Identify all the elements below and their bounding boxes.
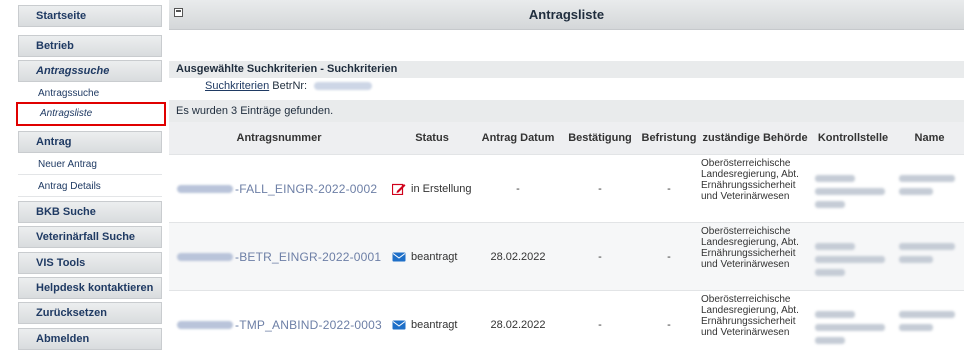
redacted-prefix	[177, 253, 233, 261]
name-cell	[899, 291, 961, 359]
table-row[interactable]: -BETR_EINGR-2022-0001 beantragt 28.02.20…	[169, 222, 964, 290]
status-cell: beantragt	[389, 223, 475, 291]
name-cell	[899, 223, 961, 291]
title-bar: Antragsliste	[169, 0, 964, 30]
nav-sub-antrag-details[interactable]: Antrag Details	[18, 176, 162, 197]
nav-antrag[interactable]: Antrag	[18, 131, 162, 153]
edit-icon	[392, 183, 406, 195]
status-text: beantragt	[411, 251, 458, 263]
befristung-cell: -	[667, 251, 671, 263]
nav-helpdesk[interactable]: Helpdesk kontaktieren	[18, 277, 162, 299]
nav-bkb-suche[interactable]: BKB Suche	[18, 201, 162, 223]
col-antrag-datum[interactable]: Antrag Datum	[475, 122, 561, 154]
befristung-cell: -	[667, 319, 671, 331]
datum-cell: 28.02.2022	[490, 251, 546, 263]
nav-antragssuche[interactable]: Antragssuche	[18, 60, 162, 82]
nav-betrieb[interactable]: Betrieb	[18, 35, 162, 57]
nav-abmelden[interactable]: Abmelden	[18, 328, 162, 350]
redacted-kontrollstelle	[815, 169, 887, 209]
table-row[interactable]: -FALL_EINGR-2022-0002 in Erstellung - - …	[169, 154, 964, 222]
redacted-name	[899, 237, 957, 277]
kontrollstelle-cell	[815, 223, 893, 291]
redacted-name	[899, 305, 957, 345]
envelope-icon	[392, 320, 406, 330]
suchkriterien-link[interactable]: Suchkriterien	[205, 80, 269, 92]
main-content: Antragsliste Ausgewählte Suchkriterien -…	[169, 0, 964, 360]
nav-startseite[interactable]: Startseite	[18, 5, 162, 27]
behoerde-cell: Oberösterreichische Landesregierung, Abt…	[701, 294, 799, 338]
col-bestaetigung[interactable]: Bestätigung	[561, 122, 639, 154]
behoerde-cell: Oberösterreichische Landesregierung, Abt…	[701, 226, 799, 270]
col-antragsnummer[interactable]: Antragsnummer	[169, 122, 389, 154]
redacted-betrnr	[314, 82, 373, 91]
datum-cell: -	[516, 183, 520, 195]
status-cell: beantragt	[389, 291, 475, 359]
result-count: Es wurden 3 Einträge gefunden.	[169, 100, 964, 122]
sidebar-nav: Startseite Betrieb Antragssuche Antragss…	[0, 0, 168, 360]
datum-cell: 28.02.2022	[490, 319, 546, 331]
table-row[interactable]: -TMP_ANBIND-2022-0003 beantragt 28.02.20…	[169, 290, 964, 358]
antragsnummer-link[interactable]: -TMP_ANBIND-2022-0003	[235, 318, 382, 332]
col-kontrollstelle[interactable]: Kontrollstelle	[811, 122, 895, 154]
col-befristung[interactable]: Befristung	[639, 122, 699, 154]
antragsnummer-link[interactable]: -BETR_EINGR-2022-0001	[235, 250, 381, 264]
antragsnummer-cell[interactable]: -BETR_EINGR-2022-0001	[177, 223, 389, 291]
col-behoerde[interactable]: zuständige Behörde	[699, 122, 811, 154]
antragsnummer-cell[interactable]: -TMP_ANBIND-2022-0003	[177, 291, 389, 359]
antragsnummer-link[interactable]: -FALL_EINGR-2022-0002	[235, 182, 377, 196]
redacted-kontrollstelle	[815, 305, 887, 345]
redacted-prefix	[177, 321, 233, 329]
bestaetigung-cell: -	[598, 183, 602, 195]
antragsnummer-cell[interactable]: -FALL_EINGR-2022-0002	[177, 155, 389, 223]
bestaetigung-cell: -	[598, 251, 602, 263]
nav-vis-tools[interactable]: VIS Tools	[18, 252, 162, 274]
col-status[interactable]: Status	[389, 122, 475, 154]
redacted-name	[899, 169, 957, 209]
envelope-icon	[392, 252, 406, 262]
col-name[interactable]: Name	[895, 122, 964, 154]
nav-zuruecksetzen[interactable]: Zurücksetzen	[18, 302, 162, 324]
betrnr-label: BetrNr:	[272, 80, 308, 92]
kontrollstelle-cell	[815, 155, 893, 223]
behoerde-cell: Oberösterreichische Landesregierung, Abt…	[701, 158, 799, 202]
page-title: Antragsliste	[528, 7, 605, 22]
nav-sub-antragssuche[interactable]: Antragssuche	[18, 83, 162, 104]
nav-veterinaerfall-suche[interactable]: Veterinärfall Suche	[18, 226, 162, 248]
status-cell: in Erstellung	[389, 155, 475, 223]
befristung-cell: -	[667, 183, 671, 195]
kontrollstelle-cell	[815, 291, 893, 359]
nav-sub-antragsliste[interactable]: Antragsliste	[16, 102, 166, 126]
criteria-heading: Ausgewählte Suchkriterien - Suchkriterie…	[169, 61, 964, 78]
criteria-summary: Suchkriterien BetrNr:	[205, 80, 373, 92]
nav-sub-neuer-antrag[interactable]: Neuer Antrag	[18, 154, 162, 175]
name-cell	[899, 155, 961, 223]
bestaetigung-cell: -	[598, 319, 602, 331]
redacted-prefix	[177, 185, 233, 193]
status-text: beantragt	[411, 319, 458, 331]
redacted-kontrollstelle	[815, 237, 887, 277]
status-text: in Erstellung	[411, 183, 472, 195]
